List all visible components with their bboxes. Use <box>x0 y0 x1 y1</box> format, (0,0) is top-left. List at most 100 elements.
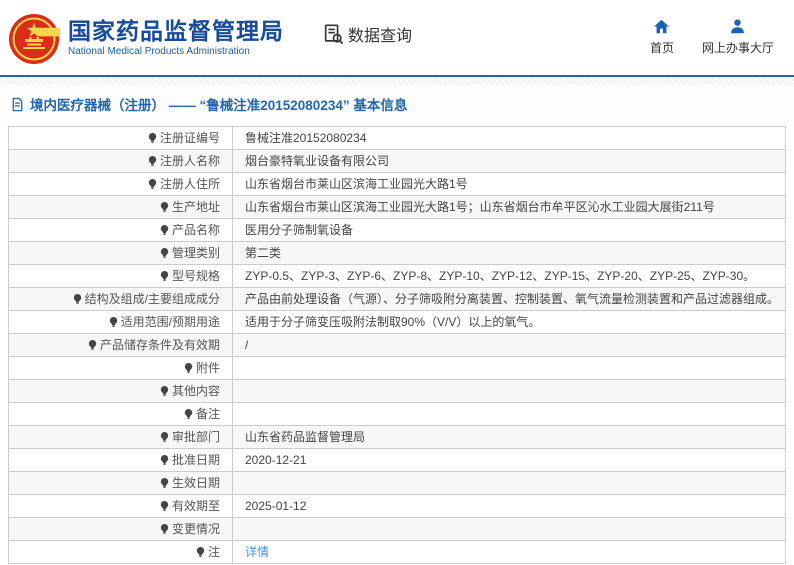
data-query-label: 数据查询 <box>348 22 412 46</box>
field-value: 适用于分子筛变压吸附法制取90%（V/V）以上的氧气。 <box>233 311 786 334</box>
field-label: 审批部门 <box>9 426 233 449</box>
table-row: 批准日期 2020-12-21 <box>9 449 786 472</box>
field-label-text: 变更情况 <box>172 522 220 536</box>
field-value: ZYP-0.5、ZYP-3、ZYP-6、ZYP-8、ZYP-10、ZYP-12、… <box>233 265 786 288</box>
note-icon <box>108 316 119 328</box>
field-label-text: 有效期至 <box>172 499 220 513</box>
field-value: 2020-12-21 <box>233 449 786 472</box>
breadcrumb: 境内医疗器械（注册） —— “鲁械注准20152080234” 基本信息 <box>0 85 794 121</box>
note-icon <box>159 201 170 213</box>
field-label-text: 生产地址 <box>172 200 220 214</box>
field-label: 注 <box>9 541 233 564</box>
national-emblem-logo <box>8 13 60 65</box>
field-label: 批准日期 <box>9 449 233 472</box>
note-icon <box>159 500 170 512</box>
field-label-text: 产品名称 <box>172 223 220 237</box>
field-label: 产品名称 <box>9 219 233 242</box>
note-icon <box>159 385 170 397</box>
header-nav: 首页 网上办事大厅 <box>650 18 774 56</box>
note-icon <box>159 454 170 466</box>
field-label: 产品储存条件及有效期 <box>9 334 233 357</box>
note-icon <box>159 247 170 259</box>
field-label: 生产地址 <box>9 196 233 219</box>
field-label-text: 注册人住所 <box>160 177 220 191</box>
table-row: 注册证编号 鲁械注准20152080234 <box>9 127 786 150</box>
note-icon <box>183 362 194 374</box>
document-icon <box>10 97 25 112</box>
header-shadow-strip <box>0 77 794 85</box>
table-row: 生产地址 山东省烟台市莱山区滨海工业园光大路1号；山东省烟台市牟平区沁水工业园大… <box>9 196 786 219</box>
note-icon <box>159 270 170 282</box>
field-label-text: 备注 <box>196 407 220 421</box>
table-row: 审批部门 山东省药品监督管理局 <box>9 426 786 449</box>
note-icon <box>87 339 98 351</box>
table-row: 结构及组成/主要组成成分 产品由前处理设备（气源）、分子筛吸附分离装置、控制装置… <box>9 288 786 311</box>
brand-block: 国家药品监督管理局 National Medical Products Admi… <box>68 18 284 57</box>
field-label: 注册人名称 <box>9 150 233 173</box>
field-value: 鲁械注准20152080234 <box>233 127 786 150</box>
field-value <box>233 472 786 495</box>
field-label-text: 管理类别 <box>172 246 220 260</box>
nav-home[interactable]: 首页 <box>650 18 674 56</box>
field-label: 注册证编号 <box>9 127 233 150</box>
table-row: 附件 <box>9 357 786 380</box>
field-label-text: 附件 <box>196 361 220 375</box>
note-icon <box>183 408 194 420</box>
note-icon <box>159 224 170 236</box>
table-row: 注 详情 <box>9 541 786 564</box>
field-label-text: 注 <box>208 545 220 559</box>
table-row: 其他内容 <box>9 380 786 403</box>
note-icon <box>195 546 206 558</box>
field-value <box>233 380 786 403</box>
field-value: 烟台豪特氧业设备有限公司 <box>233 150 786 173</box>
note-icon <box>147 178 158 190</box>
nav-home-label: 首页 <box>650 39 674 56</box>
field-value <box>233 518 786 541</box>
field-label: 备注 <box>9 403 233 426</box>
note-icon <box>159 477 170 489</box>
field-label: 变更情况 <box>9 518 233 541</box>
nav-service-hall[interactable]: 网上办事大厅 <box>702 18 774 56</box>
note-icon <box>159 523 170 535</box>
note-icon <box>147 155 158 167</box>
detail-link[interactable]: 详情 <box>245 545 269 559</box>
field-value: 详情 <box>233 541 786 564</box>
field-label: 管理类别 <box>9 242 233 265</box>
field-label: 其他内容 <box>9 380 233 403</box>
field-value: 医用分子筛制氧设备 <box>233 219 786 242</box>
field-label-text: 注册人名称 <box>160 154 220 168</box>
page-title: 境内医疗器械（注册） —— “鲁械注准20152080234” 基本信息 <box>30 94 407 114</box>
registration-info-table: 注册证编号 鲁械注准20152080234 注册人名称 烟台豪特氧业设备有限公司… <box>8 126 786 564</box>
field-value: 第二类 <box>233 242 786 265</box>
field-value <box>233 403 786 426</box>
field-label: 生效日期 <box>9 472 233 495</box>
table-row: 注册人名称 烟台豪特氧业设备有限公司 <box>9 150 786 173</box>
field-value <box>233 357 786 380</box>
field-label-text: 批准日期 <box>172 453 220 467</box>
field-value: 2025-01-12 <box>233 495 786 518</box>
field-label-text: 审批部门 <box>172 430 220 444</box>
table-row: 型号规格 ZYP-0.5、ZYP-3、ZYP-6、ZYP-8、ZYP-10、ZY… <box>9 265 786 288</box>
home-icon <box>653 18 670 35</box>
table-row: 管理类别 第二类 <box>9 242 786 265</box>
field-label-text: 适用范围/预期用途 <box>121 315 220 329</box>
table-row: 适用范围/预期用途 适用于分子筛变压吸附法制取90%（V/V）以上的氧气。 <box>9 311 786 334</box>
field-label: 结构及组成/主要组成成分 <box>9 288 233 311</box>
field-label-text: 型号规格 <box>172 269 220 283</box>
field-value: / <box>233 334 786 357</box>
field-label: 附件 <box>9 357 233 380</box>
field-value: 山东省烟台市莱山区滨海工业园光大路1号；山东省烟台市牟平区沁水工业园大展街211… <box>233 196 786 219</box>
field-label-text: 其他内容 <box>172 384 220 398</box>
field-label: 型号规格 <box>9 265 233 288</box>
table-row: 生效日期 <box>9 472 786 495</box>
data-query-nav[interactable]: 数据查询 <box>322 22 412 46</box>
field-label-text: 生效日期 <box>172 476 220 490</box>
table-row: 注册人住所 山东省烟台市莱山区滨海工业园光大路1号 <box>9 173 786 196</box>
field-value: 产品由前处理设备（气源）、分子筛吸附分离装置、控制装置、氧气流量检测装置和产品过… <box>233 288 786 311</box>
user-icon <box>729 18 746 35</box>
field-value: 山东省药品监督管理局 <box>233 426 786 449</box>
note-icon <box>72 293 83 305</box>
table-row: 变更情况 <box>9 518 786 541</box>
nav-service-hall-label: 网上办事大厅 <box>702 39 774 56</box>
data-query-icon <box>322 23 344 45</box>
